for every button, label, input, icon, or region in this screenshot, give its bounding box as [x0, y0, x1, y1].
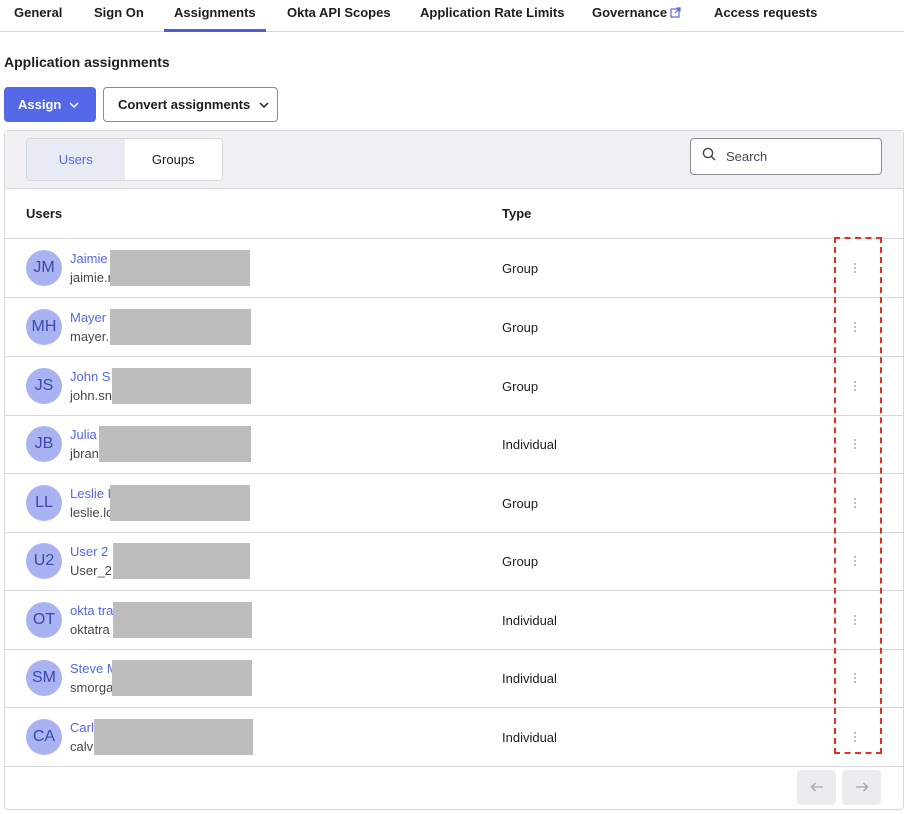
user-email: mayer. [70, 329, 110, 344]
tab-access-requests[interactable]: Access requests [714, 0, 817, 32]
more-options-icon[interactable] [845, 608, 865, 632]
user-email: smorga [70, 680, 114, 695]
redaction-block [99, 426, 251, 462]
redaction-block [110, 250, 250, 286]
user-email: leslie.lo [70, 505, 114, 520]
table-row: U2 User 2 User_2 Group [5, 532, 903, 591]
convert-assignments-label: Convert assignments [118, 97, 251, 112]
more-options-icon[interactable] [845, 315, 865, 339]
user-email: User_2 [70, 563, 112, 578]
search-box [690, 138, 882, 175]
assignment-type: Individual [502, 671, 557, 686]
filter-users-button[interactable]: Users [27, 139, 125, 180]
assign-button[interactable]: Assign [4, 87, 96, 122]
section-title: Application assignments [4, 54, 170, 70]
redaction-block [112, 368, 251, 404]
assignment-type: Group [502, 261, 539, 276]
user-name-link[interactable]: Mayer [70, 310, 106, 325]
avatar: JS [26, 368, 62, 404]
user-name-link[interactable]: Steve M [70, 661, 118, 676]
more-options-icon[interactable] [845, 256, 865, 280]
user-email: jbran [70, 446, 99, 461]
avatar: U2 [26, 543, 62, 579]
filter-groups-button[interactable]: Groups [124, 139, 222, 180]
tab-okta-api-scopes[interactable]: Okta API Scopes [287, 0, 391, 32]
user-email: calv [70, 739, 94, 754]
avatar: SM [26, 660, 62, 696]
assignments-toolbar: Users Groups [5, 131, 903, 189]
redaction-block [110, 309, 251, 345]
assignment-type: Group [502, 379, 539, 394]
more-options-icon[interactable] [845, 666, 865, 690]
redaction-block [94, 719, 253, 755]
user-name-link[interactable]: Jaimie [70, 251, 108, 266]
user-email: john.sn [70, 388, 112, 403]
assignment-type: Group [502, 320, 539, 335]
table-header: Users Type [5, 189, 903, 239]
assignment-type: Individual [502, 730, 557, 745]
more-options-icon[interactable] [845, 374, 865, 398]
table-row: JS John S john.sn Group [5, 357, 903, 416]
convert-assignments-button[interactable]: Convert assignments [103, 87, 278, 122]
redaction-block [113, 543, 250, 579]
column-header-users[interactable]: Users [26, 206, 62, 221]
redaction-block [113, 602, 252, 638]
user-name-link[interactable]: Carl [70, 720, 94, 735]
user-name-link[interactable]: Leslie L [70, 486, 115, 501]
tab-assignments[interactable]: Assignments [164, 0, 266, 32]
avatar: MH [26, 309, 62, 345]
tab-sign-on[interactable]: Sign On [94, 0, 144, 32]
previous-page-button[interactable] [797, 770, 836, 805]
table-row: JM Jaimie jaimie.r Group [5, 239, 903, 298]
table-row: CA Carl calv Individual [5, 708, 903, 767]
avatar: OT [26, 602, 62, 638]
user-email: oktatra [70, 622, 110, 637]
external-link-icon [670, 6, 681, 21]
tab-application-rate-limits[interactable]: Application Rate Limits [420, 0, 564, 32]
assignments-panel: Users Groups Users Type JM Jaimie jaimie… [4, 130, 904, 810]
redaction-block [112, 660, 252, 696]
assignment-type: Group [502, 496, 539, 511]
table-row: OT okta tra oktatra Individual [5, 591, 903, 650]
more-options-icon[interactable] [845, 725, 865, 749]
arrow-left-icon [810, 780, 824, 795]
app-tabs: General Sign On Assignments Okta API Sco… [0, 0, 904, 32]
assign-button-label: Assign [18, 97, 62, 112]
search-input[interactable] [724, 148, 864, 165]
more-options-icon[interactable] [845, 491, 865, 515]
more-options-icon[interactable] [845, 432, 865, 456]
redaction-block [110, 485, 250, 521]
more-options-icon[interactable] [845, 549, 865, 573]
user-name-link[interactable]: Julia [70, 427, 97, 442]
user-name-link[interactable]: User 2 [70, 544, 108, 559]
table-row: MH Mayer mayer. Group [5, 298, 903, 357]
avatar: JB [26, 426, 62, 462]
user-name-link[interactable]: okta tra [70, 603, 113, 618]
chevron-down-icon [69, 97, 79, 112]
next-page-button[interactable] [842, 770, 881, 805]
tab-governance[interactable]: Governance [592, 0, 681, 32]
assignment-type: Individual [502, 437, 557, 452]
avatar: LL [26, 485, 62, 521]
tab-general[interactable]: General [14, 0, 62, 32]
user-group-toggle: Users Groups [26, 138, 223, 181]
avatar: JM [26, 250, 62, 286]
table-row: JB Julia jbran Individual [5, 415, 903, 474]
assignment-type: Individual [502, 613, 557, 628]
user-name-link[interactable]: John S [70, 369, 110, 384]
chevron-down-icon [259, 97, 269, 112]
column-header-type[interactable]: Type [502, 206, 531, 221]
avatar: CA [26, 719, 62, 755]
tab-governance-label: Governance [592, 5, 668, 20]
table-row: SM Steve M smorga Individual [5, 649, 903, 708]
assignment-type: Group [502, 554, 539, 569]
table-row: LL Leslie L leslie.lo Group [5, 474, 903, 533]
search-icon [702, 147, 716, 166]
user-email: jaimie.r [70, 270, 112, 285]
arrow-right-icon [855, 780, 869, 795]
